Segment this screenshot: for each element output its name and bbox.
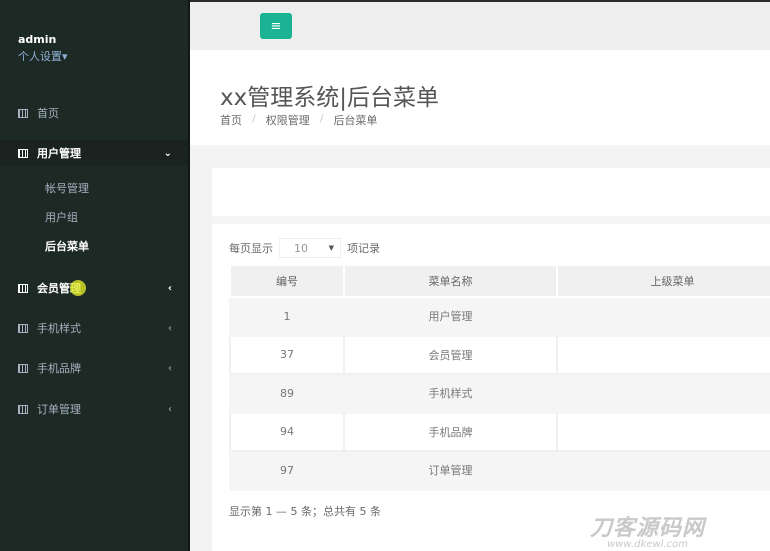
page-header: xx管理系统|后台菜单 首页 / 权限管理 / 后台菜单	[190, 50, 770, 145]
chevron-left-icon: ‹	[168, 403, 172, 415]
cell-name: 手机样式	[343, 373, 558, 414]
user-profile: admin 个人设置▾	[18, 33, 68, 64]
table-row[interactable]: 1 用户管理	[229, 296, 770, 337]
sidebar-item-user-management[interactable]: 用户管理 ⌄	[0, 140, 188, 166]
sidebar-item-label: 首页	[37, 107, 59, 120]
sidebar-item-label: 手机样式	[37, 322, 81, 335]
cell-parent	[556, 334, 770, 375]
table-row[interactable]: 89 手机样式	[229, 373, 770, 414]
watermark-logo: 刀客源码网 www.dkewl.com	[590, 516, 706, 550]
breadcrumb-permissions[interactable]: 权限管理	[266, 112, 310, 128]
page-length-value: 10	[294, 241, 308, 255]
column-header-name[interactable]: 菜单名称	[343, 264, 558, 298]
hamburger-icon: ≡	[270, 18, 282, 34]
breadcrumb-home[interactable]: 首页	[220, 112, 242, 128]
sidebar-item-orders[interactable]: 订单管理 ‹	[0, 396, 188, 422]
chevron-left-icon: ‹	[168, 322, 172, 334]
cell-parent	[556, 296, 770, 337]
cell-id: 94	[229, 411, 345, 452]
cell-name: 手机品牌	[343, 411, 558, 452]
length-prefix: 每页显示	[229, 242, 273, 255]
sidebar-item-label: 订单管理	[37, 403, 81, 416]
column-header-parent[interactable]: 上级菜单	[556, 264, 770, 298]
table-row[interactable]: 37 会员管理	[229, 334, 770, 375]
cell-name: 订单管理	[343, 450, 558, 491]
cell-id: 37	[229, 334, 345, 375]
grid-icon	[18, 323, 28, 333]
cell-parent	[556, 373, 770, 414]
table-row[interactable]: 97 订单管理	[229, 450, 770, 491]
table-row[interactable]: 94 手机品牌	[229, 411, 770, 452]
sidebar-item-member-management[interactable]: 会员管理 ‹	[0, 275, 188, 301]
chevron-left-icon: ‹	[167, 282, 172, 294]
caret-down-icon: ▼	[328, 244, 334, 252]
breadcrumb-current: 后台菜单	[333, 114, 378, 127]
table-info: 显示第 1 — 5 条；总共有 5 条	[229, 505, 381, 518]
cell-name: 用户管理	[343, 296, 558, 337]
cell-id: 89	[229, 373, 345, 414]
grid-icon	[18, 283, 28, 293]
cell-parent	[556, 450, 770, 491]
cell-id: 1	[229, 296, 345, 337]
sidebar: admin 个人设置▾ 首页 用户管理 ⌄ 帐号管理 用户组 后台菜单 会员管理 ‹…	[0, 0, 190, 551]
breadcrumb: 首页 / 权限管理 / 后台菜单	[220, 112, 378, 128]
cell-name: 会员管理	[343, 334, 558, 375]
page-title: xx管理系统|后台菜单	[220, 85, 439, 111]
sidebar-item-label: 用户管理	[37, 147, 81, 160]
content-card: 每页显示 10 ▼ 项记录 编号 菜单名称 上级菜单 1 用户管理 37 会员管理 89 手…	[212, 168, 770, 551]
chevron-left-icon: ‹	[168, 362, 172, 374]
personal-settings-link[interactable]: 个人设置▾	[18, 48, 68, 64]
cursor-highlight	[70, 280, 86, 296]
page-length-select[interactable]: 10 ▼	[279, 238, 341, 258]
grid-icon	[18, 404, 28, 414]
sidebar-item-home[interactable]: 首页	[0, 100, 188, 126]
cell-id: 97	[229, 450, 345, 491]
sidebar-subitem-backend-menu[interactable]: 后台菜单	[45, 238, 89, 254]
page-length-control: 每页显示 10 ▼ 项记录	[229, 238, 380, 258]
column-header-id[interactable]: 编号	[229, 264, 345, 298]
chevron-down-icon: ⌄	[163, 147, 172, 159]
sidebar-item-phone-brands[interactable]: 手机品牌 ‹	[0, 355, 188, 381]
grid-icon	[18, 108, 28, 118]
sidebar-item-label: 手机品牌	[37, 362, 81, 375]
menu-table: 编号 菜单名称 上级菜单 1 用户管理 37 会员管理 89 手机样式 94 手机品牌 97 订单…	[229, 264, 770, 491]
menu-toggle-button[interactable]: ≡	[260, 13, 292, 39]
sidebar-item-phone-styles[interactable]: 手机样式 ‹	[0, 315, 188, 341]
username: admin	[18, 33, 57, 46]
top-navbar: ≡	[190, 0, 770, 50]
sidebar-subitem-accounts[interactable]: 帐号管理	[45, 180, 89, 196]
grid-icon	[18, 148, 28, 158]
sidebar-subitem-user-groups[interactable]: 用户组	[45, 209, 78, 225]
cell-parent	[556, 411, 770, 452]
divider	[212, 216, 770, 224]
grid-icon	[18, 363, 28, 373]
length-suffix: 项记录	[347, 242, 380, 255]
